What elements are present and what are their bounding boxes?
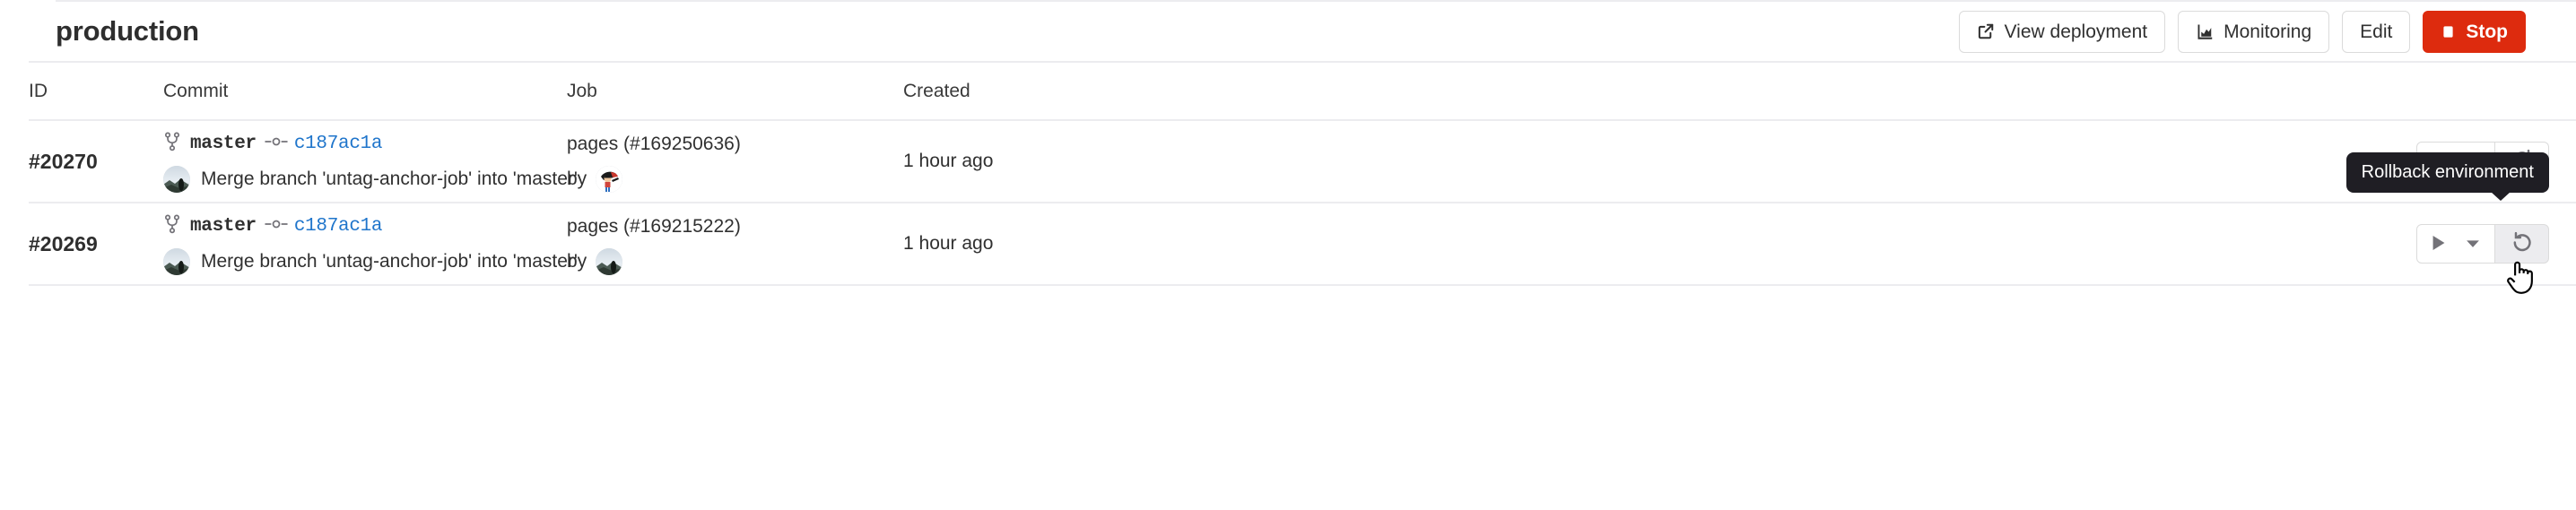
view-deployment-label: View deployment bbox=[2004, 21, 2148, 42]
job-name: pages (#169215222) bbox=[567, 215, 741, 237]
branch-icon bbox=[163, 132, 181, 156]
deployment-actions-group bbox=[2416, 224, 2549, 264]
column-header-job: Job bbox=[567, 80, 597, 101]
commit-message: Merge branch 'untag-anchor-job' into 'ma… bbox=[201, 168, 578, 189]
job-user-avatar bbox=[596, 247, 623, 275]
job-user-avatar bbox=[596, 165, 623, 193]
header-actions: View deployment Monitoring Edit Stop bbox=[1958, 10, 2526, 53]
branch-name: master bbox=[190, 216, 257, 237]
column-header-id: ID bbox=[29, 80, 48, 101]
view-deployment-button[interactable]: View deployment bbox=[1958, 10, 2166, 53]
chart-icon bbox=[2196, 22, 2214, 40]
column-header-created: Created bbox=[903, 80, 970, 101]
commit-message: Merge branch 'untag-anchor-job' into 'ma… bbox=[201, 250, 578, 272]
job-by-label: by bbox=[567, 250, 587, 272]
column-header-commit: Commit bbox=[163, 80, 229, 101]
deployments-table: ID Commit Job Created #20270 master c187… bbox=[29, 61, 2576, 294]
table-row: #20269 master c187ac1a Merge branch 'unt… bbox=[29, 152, 2576, 294]
external-link-icon bbox=[1977, 22, 1995, 40]
commit-sha-link[interactable]: c187ac1a bbox=[294, 134, 383, 154]
deployment-id-cell: #20269 bbox=[29, 232, 163, 256]
branch-name: master bbox=[190, 134, 257, 154]
commit-icon bbox=[265, 218, 288, 235]
deployment-id: #20269 bbox=[29, 231, 98, 255]
environment-header: production View deployment Monitoring Ed… bbox=[56, 0, 2576, 61]
job-cell: pages (#169250636) by bbox=[567, 131, 903, 193]
created-cell: 1 hour ago bbox=[903, 233, 1791, 255]
commit-cell: master c187ac1a Merge branch 'untag-anch… bbox=[163, 213, 578, 275]
tooltip-text: Rollback environment bbox=[2361, 162, 2534, 182]
mouse-cursor bbox=[2504, 258, 2540, 304]
monitoring-button[interactable]: Monitoring bbox=[2178, 10, 2330, 53]
rollback-tooltip: Rollback environment bbox=[2345, 152, 2549, 201]
table-row: #20270 master c187ac1a Merge branch 'unt… bbox=[29, 121, 2576, 203]
avatar bbox=[163, 165, 190, 193]
tooltip-arrow bbox=[2491, 192, 2511, 201]
commit-cell: master c187ac1a Merge branch 'untag-anch… bbox=[163, 131, 578, 193]
edit-label: Edit bbox=[2360, 21, 2393, 42]
deployment-id-cell: #20270 bbox=[29, 150, 163, 174]
row-actions: Rollback environment bbox=[1791, 152, 2576, 294]
page-title: production bbox=[56, 15, 199, 47]
chevron-down-icon bbox=[2466, 238, 2480, 251]
job-cell: pages (#169215222) by bbox=[567, 213, 903, 275]
job-by-label: by bbox=[567, 168, 587, 189]
play-button[interactable] bbox=[2416, 224, 2495, 264]
stop-label: Stop bbox=[2466, 21, 2508, 42]
avatar bbox=[163, 247, 190, 275]
created-cell: 1 hour ago bbox=[903, 151, 1791, 172]
table-header-row: ID Commit Job Created bbox=[29, 63, 2576, 121]
created-time: 1 hour ago bbox=[903, 233, 994, 254]
edit-button[interactable]: Edit bbox=[2342, 10, 2411, 53]
commit-sha-link[interactable]: c187ac1a bbox=[294, 216, 383, 237]
job-name: pages (#169250636) bbox=[567, 133, 741, 154]
deployment-id: #20270 bbox=[29, 149, 98, 173]
stop-button[interactable]: Stop bbox=[2423, 10, 2526, 53]
created-time: 1 hour ago bbox=[903, 151, 994, 171]
stop-square-icon bbox=[2441, 24, 2456, 39]
branch-icon bbox=[163, 214, 181, 238]
monitoring-label: Monitoring bbox=[2224, 21, 2312, 42]
environment-deployments-page: production View deployment Monitoring Ed… bbox=[0, 0, 2576, 510]
play-icon bbox=[2432, 235, 2446, 254]
rollback-icon bbox=[2511, 231, 2534, 257]
commit-icon bbox=[265, 135, 288, 152]
rollback-button[interactable] bbox=[2495, 224, 2549, 264]
